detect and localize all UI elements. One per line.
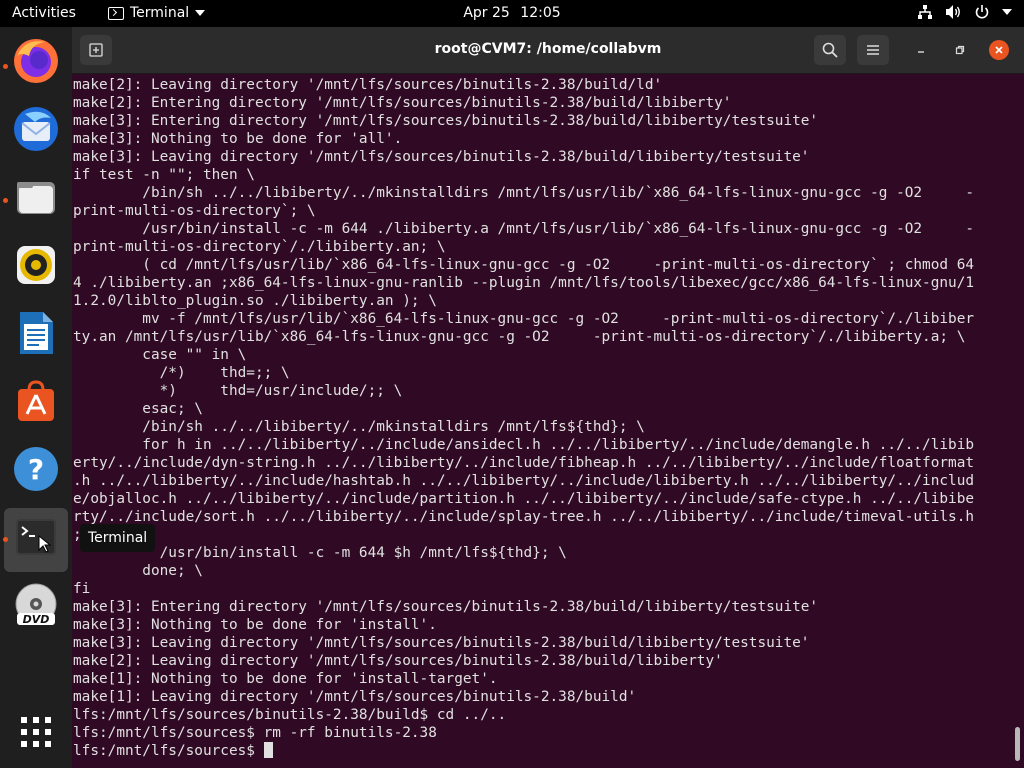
terminal-line: if test -n ""; then \: [73, 167, 255, 183]
clock-date: Apr 25: [463, 5, 510, 21]
close-button[interactable]: [989, 40, 1009, 60]
terminal-line: /usr/bin/install -c -m 644 ./libiberty.a…: [73, 221, 975, 237]
terminal-line: make[3]: Nothing to be done for 'install…: [73, 617, 437, 633]
terminal-line: fi: [73, 581, 91, 597]
new-tab-button[interactable]: [80, 35, 112, 65]
software-store-icon: [18, 380, 54, 421]
hamburger-icon: [867, 45, 879, 55]
dock: ? DVD: [0, 27, 72, 768]
restore-icon: [955, 45, 965, 55]
rhythmbox-icon: [17, 246, 55, 284]
prompt-line[interactable]: lfs:/mnt/lfs/sources$: [73, 742, 1023, 760]
terminal-line: make[1]: Leaving directory '/mnt/lfs/sou…: [73, 689, 637, 705]
terminal-line: rty/../include/sort.h ../../libiberty/..…: [73, 509, 975, 525]
terminal-line: done; \: [73, 563, 203, 579]
files-icon: [17, 182, 55, 214]
chevron-down-icon: [195, 10, 206, 16]
app-menu-label: Terminal: [130, 5, 190, 21]
terminal-line: make[2]: Leaving directory '/mnt/lfs/sou…: [73, 77, 663, 93]
running-indicator: [3, 64, 8, 69]
activities-button[interactable]: Activities: [12, 5, 76, 21]
dock-help[interactable]: ?: [0, 440, 72, 504]
terminal-line: ( cd /mnt/lfs/usr/lib/`x86_64-lfs-linux-…: [73, 257, 975, 273]
dock-firefox[interactable]: [0, 32, 72, 96]
system-tray[interactable]: [917, 4, 1012, 20]
terminal-line: .h ../../libiberty/../include/hashtab.h …: [73, 473, 975, 489]
maximize-button[interactable]: [950, 40, 970, 60]
new-tab-icon: [89, 43, 103, 57]
search-icon: [822, 42, 838, 58]
terminal-icon: [16, 519, 56, 555]
terminal-line: make[3]: Leaving directory '/mnt/lfs/sou…: [73, 635, 810, 651]
svg-text:DVD: DVD: [23, 613, 50, 626]
app-menu[interactable]: Terminal: [108, 5, 206, 21]
terminal-line: make[3]: Leaving directory '/mnt/lfs/sou…: [73, 149, 810, 165]
terminal-line: *) thd=/usr/include/;; \: [73, 383, 403, 399]
grid-icon: [21, 717, 51, 747]
terminal-line: make[3]: Nothing to be done for 'all'.: [73, 131, 403, 147]
prompt-text: lfs:/mnt/lfs/sources$: [73, 743, 264, 759]
terminal-line: 1.2.0/liblto_plugin.so ./libiberty.an );…: [73, 293, 437, 309]
show-applications-button[interactable]: [0, 703, 72, 767]
terminal-line: case "" in \: [73, 347, 247, 363]
terminal-line: mv -f /mnt/lfs/usr/lib/`x86_64-lfs-linux…: [73, 311, 975, 327]
terminal-line: 4 ./libiberty.an ;x86_64-lfs-linux-gnu-r…: [73, 275, 975, 291]
dock-rhythmbox[interactable]: [0, 236, 72, 300]
dock-files[interactable]: [0, 168, 72, 232]
document-icon: [20, 312, 53, 354]
terminal-line: print-multi-os-directory`; \: [73, 203, 316, 219]
clock-time: 12:05: [520, 5, 561, 21]
terminal-line: /usr/bin/install -c -m 644 $h /mnt/lfs${…: [73, 545, 567, 561]
search-button[interactable]: [814, 35, 846, 65]
volume-icon: [946, 5, 960, 19]
terminal-line: make[2]: Entering directory '/mnt/lfs/so…: [73, 95, 732, 111]
dvd-icon: DVD: [15, 583, 57, 626]
dock-terminal[interactable]: [3, 508, 68, 572]
terminal-line: print-multi-os-directory`/./libiberty.an…: [73, 239, 446, 255]
running-indicator: [3, 198, 8, 203]
terminal-icon: [108, 6, 124, 20]
dock-thunderbird[interactable]: [0, 100, 72, 164]
header-bar: root@CVM7: /home/collabvm: [72, 27, 1024, 74]
terminal-line: make[1]: Nothing to be done for 'install…: [73, 671, 498, 687]
minimize-icon: [918, 51, 924, 53]
terminal-line: make[3]: Entering directory '/mnt/lfs/so…: [73, 113, 819, 129]
terminal-line: make[3]: Entering directory '/mnt/lfs/so…: [73, 599, 819, 615]
terminal-line: esac; \: [73, 401, 203, 417]
close-icon: [995, 46, 1003, 54]
dock-tooltip: Terminal: [80, 524, 156, 552]
running-indicator: [3, 537, 8, 542]
firefox-icon: [14, 39, 58, 83]
chevron-down-icon: [1002, 9, 1012, 15]
terminal-line: /bin/sh ../../libiberty/../mkinstalldirs…: [73, 419, 645, 435]
minimize-button[interactable]: [911, 40, 931, 60]
power-icon: [975, 5, 989, 19]
top-bar: Activities Terminal Apr 25 12:05: [0, 0, 1024, 27]
thunderbird-icon: [14, 107, 58, 151]
terminal-line: erty/../include/dyn-string.h ../../libib…: [73, 455, 975, 471]
terminal-output[interactable]: make[2]: Leaving directory '/mnt/lfs/sou…: [73, 76, 1023, 760]
dock-writer[interactable]: [0, 304, 72, 368]
terminal-line: ty.an /mnt/lfs/usr/lib/`x86_64-lfs-linux…: [73, 329, 966, 345]
terminal-line: ; do \: [73, 527, 125, 543]
terminal-window: root@CVM7: /home/collabvm make[2]: Leavi…: [72, 27, 1024, 768]
terminal-line: /*) thd=;; \: [73, 365, 290, 381]
terminal-line: e/objalloc.h ../../libiberty/../include/…: [73, 491, 975, 507]
scrollbar[interactable]: [1015, 727, 1020, 761]
cursor: [263, 742, 273, 758]
dock-dvd[interactable]: DVD: [0, 576, 72, 640]
help-icon: ?: [14, 447, 58, 491]
svg-text:?: ?: [28, 453, 44, 486]
terminal-line: make[2]: Leaving directory '/mnt/lfs/sou…: [73, 653, 723, 669]
terminal-line: /bin/sh ../../libiberty/../mkinstalldirs…: [73, 185, 975, 201]
network-icon: [918, 5, 932, 19]
dock-ubuntu-software[interactable]: [0, 372, 72, 436]
terminal-line: lfs:/mnt/lfs/sources$ rm -rf binutils-2.…: [73, 725, 437, 741]
terminal-line: lfs:/mnt/lfs/sources/binutils-2.38/build…: [73, 707, 507, 723]
menu-button[interactable]: [857, 35, 889, 65]
terminal-line: for h in ../../libiberty/../include/ansi…: [73, 437, 975, 453]
